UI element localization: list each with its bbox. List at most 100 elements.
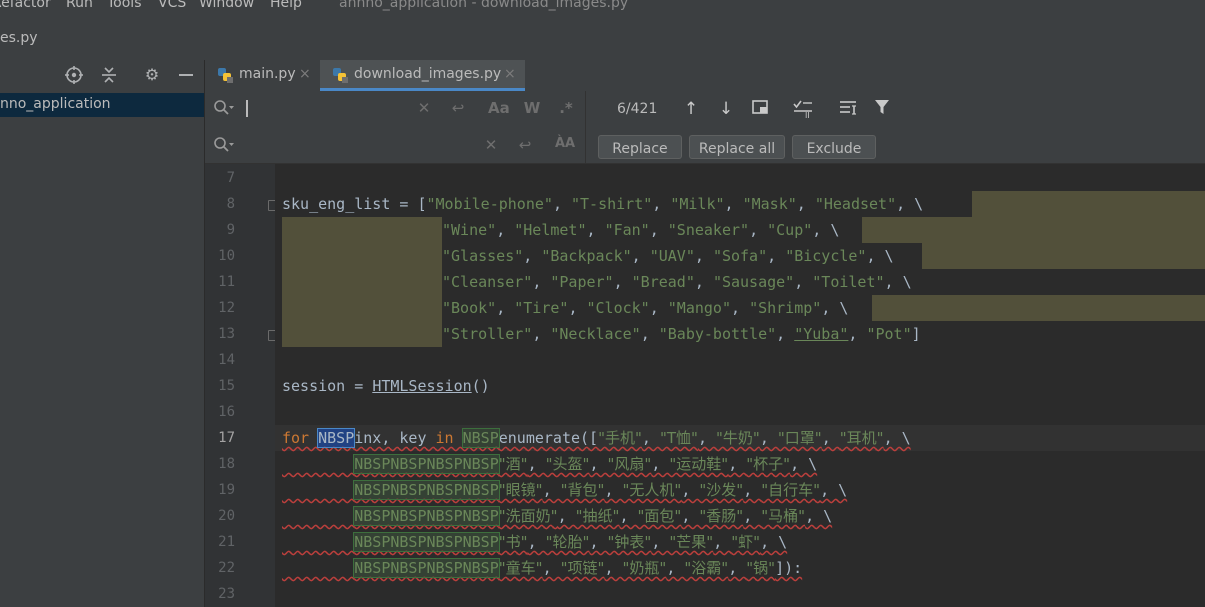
string-literal: "Milk" xyxy=(670,195,725,213)
gear-icon[interactable]: ⚙ xyxy=(142,65,162,85)
search-match-highlight xyxy=(872,295,1205,321)
menu-vcs[interactable]: VCS xyxy=(158,0,186,11)
filter-icon[interactable] xyxy=(871,98,893,120)
newline-icon[interactable]: ↩ xyxy=(515,136,535,154)
tab-download-images-py[interactable]: download_images.py × xyxy=(320,60,525,91)
preserve-case-icon[interactable]: ÀA xyxy=(555,136,575,151)
operator: = [ xyxy=(390,195,427,213)
string-literal: "风扇" xyxy=(607,455,652,473)
code-line-17: for NBSPinx, key in NBSPenumerate(["手机",… xyxy=(282,428,911,448)
line-number: 23 xyxy=(218,586,235,602)
string-literal: "Mask" xyxy=(742,195,797,213)
code-line-19: NBSPNBSPNBSPNBSP"眼镜", "背包", "无人机", "沙发",… xyxy=(353,480,848,500)
code-line-13: "Stroller", "Necklace", "Baby-bottle", "… xyxy=(442,325,921,343)
project-tree-selected-item[interactable]: nno_application xyxy=(0,93,204,117)
string-literal: "Helmet" xyxy=(514,221,587,239)
breadcrumb-file[interactable]: es.py xyxy=(0,30,38,46)
string-literal: "书" xyxy=(498,533,528,551)
nbsp-marker: NBSPNBSPNBSPNBSP xyxy=(353,558,500,578)
project-panel: ⚙ nno_application xyxy=(0,60,205,607)
exclude-button[interactable]: Exclude xyxy=(792,135,876,159)
newline-icon[interactable]: ↩ xyxy=(448,99,468,117)
string-literal: "无人机" xyxy=(622,481,682,499)
line-number: 12 xyxy=(218,300,235,316)
line-number: 11 xyxy=(218,274,235,290)
line-continuation: \ xyxy=(875,247,894,265)
string-literal: "Shrimp" xyxy=(749,299,822,317)
string-literal: "T恤" xyxy=(659,429,698,447)
string-literal: "浴霸" xyxy=(684,559,729,577)
string-literal: "头盔" xyxy=(545,455,590,473)
match-case-icon[interactable]: Aa xyxy=(488,99,510,117)
menu-tools[interactable]: Tools xyxy=(107,0,142,11)
in-selection-icon[interactable]: II xyxy=(792,98,814,120)
string-literal: "Fan" xyxy=(604,221,650,239)
collapse-all-icon[interactable] xyxy=(99,65,119,85)
code-line-21: NBSPNBSPNBSPNBSP"书", "轮胎", "钟表", "芒果", "… xyxy=(353,532,788,552)
line-number: 15 xyxy=(218,378,235,394)
string-literal: "口罩" xyxy=(777,429,822,447)
string-literal: "奶瓶" xyxy=(622,559,667,577)
menu-run[interactable]: Run xyxy=(66,0,93,11)
closing-bracket: ]): xyxy=(775,559,803,577)
replace-all-button[interactable]: Replace all xyxy=(689,135,785,159)
arrow-down-icon[interactable]: ↓ xyxy=(715,98,737,120)
replace-button[interactable]: Replace xyxy=(598,135,682,159)
menu-refactor[interactable]: Refactor xyxy=(0,0,51,11)
string-literal: "沙发" xyxy=(699,481,744,499)
menu-window[interactable]: Window xyxy=(199,0,254,11)
tab-main-py[interactable]: main.py × xyxy=(205,60,320,91)
line-number-gutter: 7 8 9 10 11 12 13 14 15 16 17 18 19 20 2… xyxy=(205,164,279,607)
string-literal: "Paper" xyxy=(550,273,614,291)
string-literal: "Baby-bottle" xyxy=(658,325,777,343)
minimize-icon[interactable] xyxy=(176,65,196,85)
search-match-highlight xyxy=(922,243,1205,269)
window-title: annno_application - download_images.py xyxy=(339,0,629,11)
string-literal: "面包" xyxy=(637,507,682,525)
navigation-bar: es.py xyxy=(0,22,1205,61)
code-line-8: sku_eng_list = ["Mobile-phone", "T-shirt… xyxy=(282,195,924,213)
string-literal: "童车" xyxy=(498,559,543,577)
line-number: 10 xyxy=(218,248,235,264)
find-input[interactable] xyxy=(245,96,439,122)
clear-icon[interactable]: ✕ xyxy=(481,136,501,154)
code-editor[interactable]: sku_eng_list = ["Mobile-phone", "T-shirt… xyxy=(275,164,1205,607)
words-icon[interactable]: W xyxy=(522,99,542,117)
replace-history-icon[interactable] xyxy=(213,136,235,154)
string-literal: "Mobile-phone" xyxy=(426,195,553,213)
string-literal: "芒果" xyxy=(669,533,714,551)
string-literal: "Headset" xyxy=(814,195,897,213)
line-number-current: 17 xyxy=(218,430,235,446)
code-line-15: session = HTMLSession() xyxy=(282,373,490,399)
search-match-highlight xyxy=(282,321,442,347)
keyword-in: in xyxy=(435,429,454,447)
close-icon[interactable]: × xyxy=(299,66,311,82)
regex-icon[interactable]: .* xyxy=(556,99,576,117)
close-icon[interactable]: × xyxy=(504,66,516,82)
menu-help[interactable]: Help xyxy=(270,0,302,11)
string-literal: "Toilet" xyxy=(812,273,885,291)
project-toolbar: ⚙ xyxy=(0,60,204,90)
search-history-icon[interactable] xyxy=(213,99,235,117)
search-match-highlight xyxy=(282,295,442,321)
parentheses: () xyxy=(471,377,490,395)
function-call: HTMLSession xyxy=(372,377,472,395)
closing-bracket: ] xyxy=(911,325,921,343)
variable: session xyxy=(282,377,346,395)
replace-input[interactable] xyxy=(245,133,439,159)
arrow-up-icon[interactable]: ↑ xyxy=(680,98,702,120)
code-line-9: "Wine", "Helmet", "Fan", "Sneaker", "Cup… xyxy=(442,221,840,239)
string-literal: "Wine" xyxy=(442,221,497,239)
filter-settings-icon[interactable] xyxy=(837,98,859,120)
variable: sku_eng_list xyxy=(282,195,391,213)
select-all-occurrences-icon[interactable] xyxy=(749,98,771,120)
string-literal: "Stroller" xyxy=(442,325,533,343)
nbsp-marker: NBSPNBSPNBSPNBSP xyxy=(353,506,500,526)
locate-icon[interactable] xyxy=(64,65,84,85)
python-file-icon xyxy=(332,67,348,83)
clear-icon[interactable]: ✕ xyxy=(414,99,434,117)
string-literal: "Sausage" xyxy=(712,273,795,291)
string-literal: "Cleanser" xyxy=(442,273,533,291)
string-literal: "Sofa" xyxy=(712,247,768,265)
line-number: 19 xyxy=(218,482,235,498)
